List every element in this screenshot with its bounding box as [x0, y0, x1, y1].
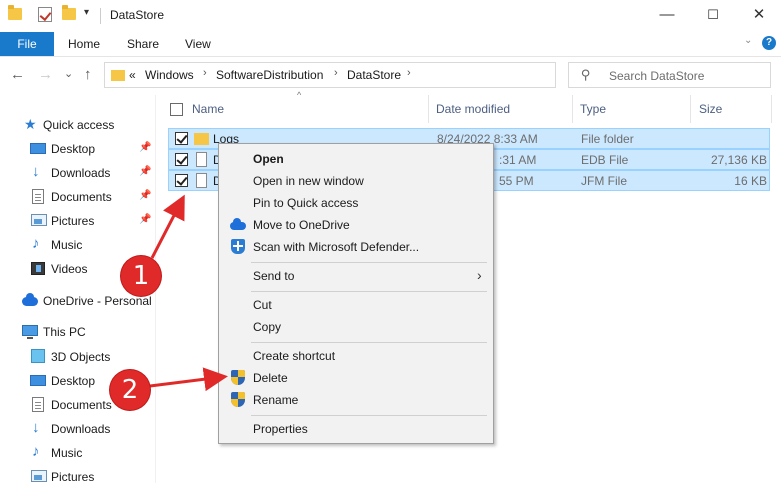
- step-2-badge: 2: [110, 370, 150, 410]
- annotation-arrows: [149, 194, 228, 392]
- step-1-badge: 1: [121, 256, 161, 296]
- arrow-step-2: [149, 367, 228, 392]
- arrow-step-1: [150, 194, 185, 259]
